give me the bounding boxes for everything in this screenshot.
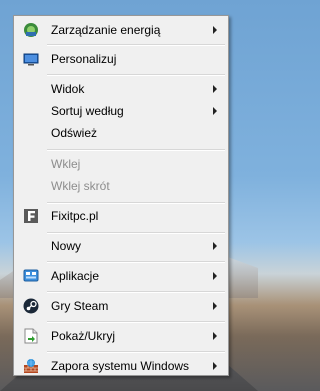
menu-item-label: Odśwież	[51, 126, 98, 140]
applications-icon	[23, 269, 39, 282]
submenu-arrow-icon	[213, 85, 217, 93]
menu-item-steam-games[interactable]: Gry Steam	[16, 295, 226, 317]
menu-item-personalize[interactable]: Personalizuj	[16, 48, 226, 70]
menu-separator	[47, 351, 225, 353]
menu-item-sort-by[interactable]: Sortuj według	[16, 100, 226, 122]
menu-item-paste[interactable]: Wklej	[16, 153, 226, 175]
menu-separator	[47, 202, 225, 204]
desktop-context-menu: Zarządzanie energią Personalizuj Widok S…	[13, 15, 229, 376]
steam-icon	[23, 298, 39, 314]
menu-item-label: Sortuj według	[51, 104, 124, 118]
menu-item-label: Zarządzanie energią	[51, 23, 161, 37]
windows-firewall-icon	[24, 359, 38, 373]
menu-item-label: Aplikacje	[51, 269, 100, 283]
menu-item-label: Gry Steam	[51, 299, 109, 313]
submenu-arrow-icon	[213, 362, 217, 370]
menu-item-label: Nowy	[51, 239, 82, 253]
menu-item-refresh[interactable]: Odśwież	[16, 122, 226, 144]
menu-item-label: Fixitpc.pl	[51, 209, 99, 223]
menu-separator	[47, 261, 225, 263]
menu-item-label: Pokaż/Ukryj	[51, 329, 116, 343]
menu-item-windows-firewall[interactable]: Zapora systemu Windows	[16, 355, 226, 377]
fixitpc-f-icon	[24, 209, 38, 223]
menu-item-fixitpc[interactable]: Fixitpc.pl	[16, 205, 226, 227]
submenu-arrow-icon	[213, 26, 217, 34]
menu-item-label: Widok	[51, 82, 85, 96]
menu-item-label: Personalizuj	[51, 52, 117, 66]
menu-separator	[47, 321, 225, 323]
submenu-arrow-icon	[213, 107, 217, 115]
submenu-arrow-icon	[213, 302, 217, 310]
submenu-arrow-icon	[213, 272, 217, 280]
show-hide-icon	[24, 328, 38, 344]
menu-separator	[47, 74, 225, 76]
menu-item-label: Wklej skrót	[51, 179, 110, 193]
personalize-monitor-icon	[23, 53, 39, 66]
menu-item-view[interactable]: Widok	[16, 78, 226, 100]
menu-separator	[47, 44, 225, 46]
menu-item-show-hide[interactable]: Pokaż/Ukryj	[16, 325, 226, 347]
submenu-arrow-icon	[213, 332, 217, 340]
menu-separator	[47, 232, 225, 234]
menu-item-label: Wklej	[51, 157, 81, 171]
power-management-icon	[24, 23, 38, 37]
menu-item-power-management[interactable]: Zarządzanie energią	[16, 19, 226, 41]
menu-item-label: Zapora systemu Windows	[51, 359, 190, 373]
menu-separator	[47, 149, 225, 151]
menu-separator	[47, 291, 225, 293]
submenu-arrow-icon	[213, 242, 217, 250]
menu-item-paste-shortcut[interactable]: Wklej skrót	[16, 175, 226, 197]
menu-item-applications[interactable]: Aplikacje	[16, 265, 226, 287]
menu-item-new[interactable]: Nowy	[16, 235, 226, 257]
